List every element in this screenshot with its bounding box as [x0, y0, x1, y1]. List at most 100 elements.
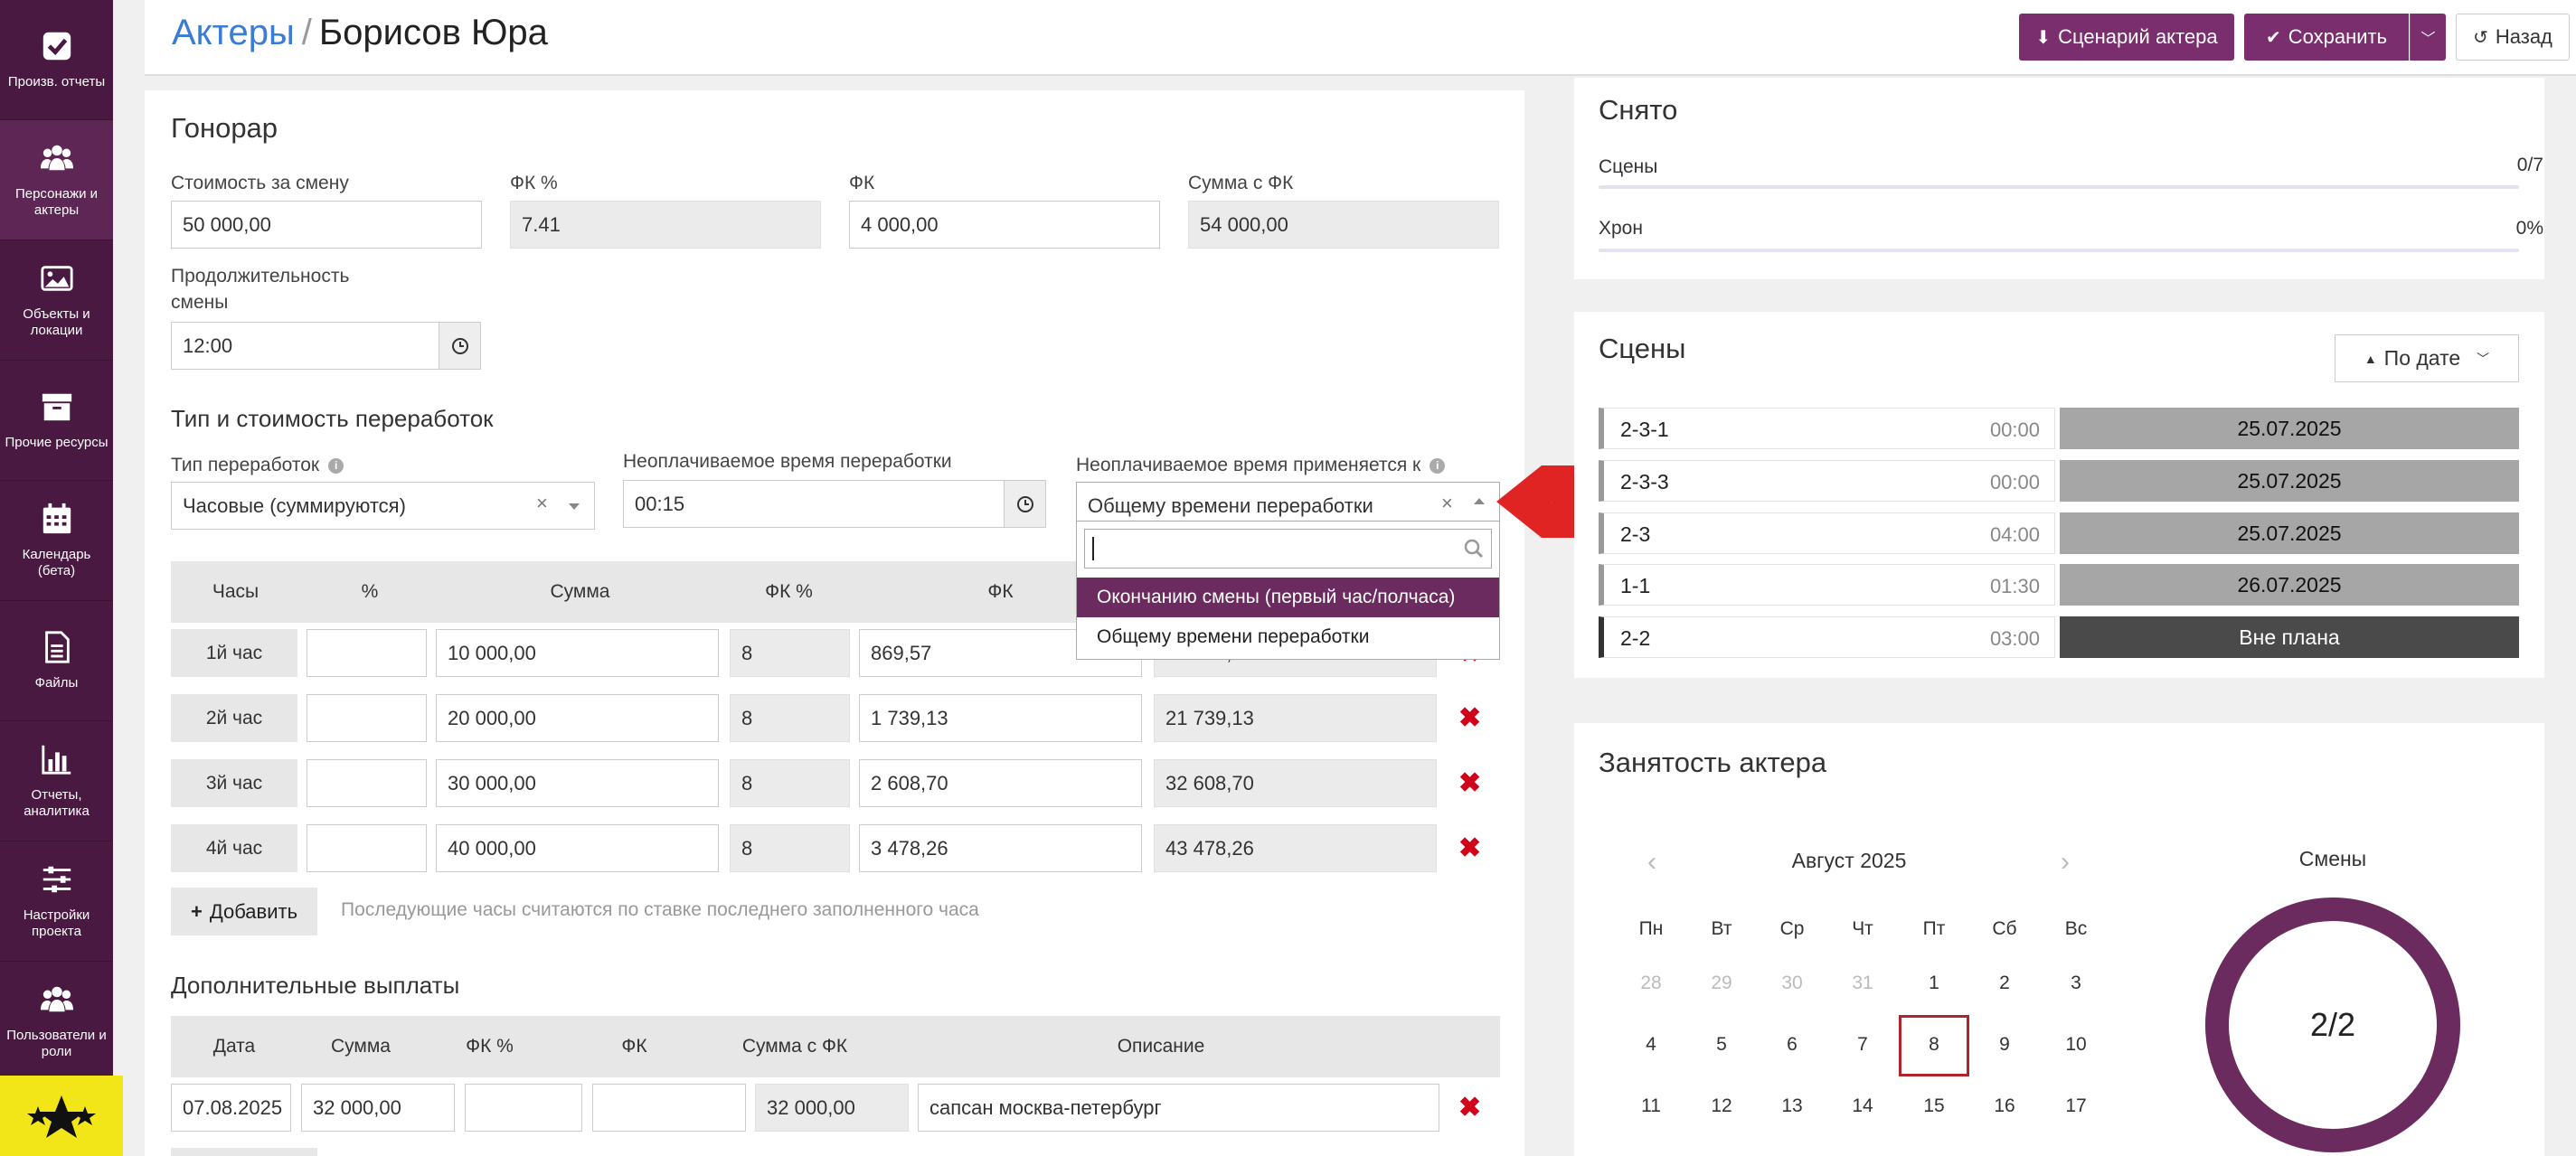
save-button[interactable]: ✔ Сохранить: [2244, 14, 2409, 61]
delete-icon[interactable]: ✖: [1458, 705, 1481, 732]
overtime-hint: Последующие часы считаются по ставке пос…: [341, 899, 979, 920]
add-hour-button[interactable]: + Добавить: [171, 888, 317, 935]
scenes-title: Сцены: [1599, 333, 1686, 364]
extra-date-input[interactable]: 07.08.2025: [171, 1084, 291, 1132]
caret-down-icon[interactable]: [569, 503, 580, 510]
duration-label-line1: Продолжительность: [171, 266, 350, 287]
calendar-day[interactable]: 17: [2049, 1095, 2103, 1117]
calendar-day[interactable]: 30: [1765, 973, 1819, 994]
extra-sum-input[interactable]: 32 000,00: [301, 1084, 455, 1132]
cost-input[interactable]: 50 000,00: [171, 201, 482, 249]
actor-script-button[interactable]: ⬇ Сценарий актера: [2019, 14, 2234, 61]
caret-up-icon[interactable]: [1474, 498, 1485, 504]
scene-row[interactable]: 2-3 04:00 25.07.2025: [1599, 512, 2519, 554]
add-extra-button[interactable]: [171, 1148, 317, 1156]
calendar-day[interactable]: 2: [1977, 973, 2032, 994]
dropdown-option[interactable]: Общему времени переработки: [1077, 617, 1499, 657]
scene-row[interactable]: 1-1 01:30 26.07.2025: [1599, 564, 2519, 606]
sidebar-item-calendar[interactable]: Календарь (бета): [0, 481, 113, 601]
calendar-day[interactable]: 7: [1835, 1034, 1890, 1056]
breadcrumb-actors[interactable]: Актеры: [172, 13, 295, 52]
info-icon[interactable]: i: [328, 457, 344, 474]
fk-input[interactable]: 1 739,13: [859, 694, 1142, 742]
delete-icon[interactable]: ✖: [1458, 770, 1481, 797]
stars-logo-icon[interactable]: [0, 1076, 123, 1156]
extra-fk-input[interactable]: [592, 1084, 746, 1132]
calendar-day[interactable]: 28: [1624, 973, 1678, 994]
sum-input[interactable]: 10 000,00: [436, 629, 719, 677]
fk-input[interactable]: 2 608,70: [859, 759, 1142, 807]
calendar-day[interactable]: 13: [1765, 1095, 1819, 1117]
calendar-day[interactable]: 29: [1694, 973, 1749, 994]
extra-fk-pct-input[interactable]: [465, 1084, 582, 1132]
scene-date: 26.07.2025: [2060, 564, 2519, 606]
unpaid-time-input[interactable]: 00:15: [623, 480, 1005, 528]
calendar-day[interactable]: 11: [1624, 1095, 1678, 1117]
calendar-day[interactable]: 10: [2049, 1034, 2103, 1056]
sidebar-item-label: Объекты и локации: [23, 306, 90, 338]
clear-icon[interactable]: ×: [1441, 492, 1453, 515]
back-button[interactable]: ↺ Назад: [2456, 14, 2570, 61]
weekday-header: Вс: [2064, 918, 2088, 939]
sort-select[interactable]: ▲ По дате ﹀: [2335, 334, 2519, 382]
duration-input[interactable]: 12:00: [171, 322, 439, 370]
dropdown-option[interactable]: Окончанию смены (первый час/полчаса): [1077, 578, 1499, 617]
filmed-chron-value: 0%: [2515, 218, 2543, 239]
prev-month-icon[interactable]: ‹: [1647, 847, 1656, 878]
calendar-day[interactable]: 16: [1977, 1095, 2032, 1117]
extra-description-input[interactable]: сапсан москва-петербург: [918, 1084, 1439, 1132]
pct-input[interactable]: [307, 759, 427, 807]
pct-input[interactable]: [307, 824, 427, 872]
sum-input[interactable]: 20 000,00: [436, 694, 719, 742]
sort-label: По дате: [2383, 346, 2461, 370]
page-header: Актеры / Борисов Юра ⬇ Сценарий актера ✔ Сох…: [145, 0, 2576, 76]
total-field: 21 739,13: [1154, 694, 1437, 742]
sidebar-item-files[interactable]: Файлы: [0, 601, 113, 721]
sum-input[interactable]: 40 000,00: [436, 824, 719, 872]
checkbox-icon: [42, 32, 71, 61]
calendar-day[interactable]: 9: [1977, 1034, 2032, 1056]
info-icon[interactable]: i: [1430, 457, 1446, 474]
overtime-type-select[interactable]: Часовые (суммируются): [171, 482, 595, 530]
sidebar-item-reports[interactable]: Произв. отчеты: [0, 0, 113, 120]
scene-time: 01:30: [1989, 575, 2040, 597]
delete-icon[interactable]: ✖: [1458, 835, 1481, 862]
scene-row[interactable]: 2-3-1 00:00 25.07.2025: [1599, 408, 2519, 449]
duration-clock-button[interactable]: [439, 322, 481, 370]
sidebar-item-actors[interactable]: Персонажи и актеры: [0, 120, 113, 240]
fk-input[interactable]: 3 478,26: [859, 824, 1142, 872]
shifts-value: 2/2: [2309, 1006, 2356, 1043]
calendar-day[interactable]: 5: [1694, 1034, 1749, 1056]
pct-input[interactable]: [307, 694, 427, 742]
calendar-day[interactable]: 8: [1907, 1034, 1961, 1056]
sidebar-item-users[interactable]: Пользователи и роли: [0, 962, 113, 1082]
sidebar-item-analytics[interactable]: Отчеты, аналитика: [0, 721, 113, 841]
clear-icon[interactable]: ×: [536, 492, 548, 515]
calendar-day[interactable]: 3: [2049, 973, 2103, 994]
column-header: Сумма: [550, 581, 610, 602]
sidebar-item-settings[interactable]: Настройки проекта: [0, 841, 113, 962]
calendar-day[interactable]: 4: [1624, 1034, 1678, 1056]
next-month-icon[interactable]: ›: [2061, 847, 2070, 878]
unpaid-time-clock-button[interactable]: [1004, 480, 1046, 528]
calendar-day[interactable]: 12: [1694, 1095, 1749, 1117]
calendar-day[interactable]: 15: [1907, 1095, 1961, 1117]
calendar-day[interactable]: 14: [1835, 1095, 1890, 1117]
scene-row[interactable]: 2-3-3 00:00 25.07.2025: [1599, 460, 2519, 502]
column-header: Дата: [212, 1036, 256, 1057]
scene-row[interactable]: 2-2 03:00 Вне плана: [1599, 616, 2519, 658]
sidebar-item-resources[interactable]: Прочие ресурсы: [0, 361, 113, 481]
sum-input[interactable]: 30 000,00: [436, 759, 719, 807]
calendar-day[interactable]: 1: [1907, 973, 1961, 994]
pct-input[interactable]: [307, 629, 427, 677]
applies-to-label: Неоплачиваемое время применяется к i: [1076, 452, 1446, 478]
fk-input[interactable]: 4 000,00: [849, 201, 1160, 249]
users-icon: [40, 986, 73, 1012]
calendar-day[interactable]: 31: [1835, 973, 1890, 994]
delete-icon[interactable]: ✖: [1458, 1095, 1481, 1122]
calendar-day[interactable]: 6: [1765, 1034, 1819, 1056]
sidebar-item-objects[interactable]: Объекты и локации: [0, 240, 113, 361]
scene-time: 00:00: [1989, 418, 2040, 441]
save-options-button[interactable]: ﹀: [2410, 14, 2446, 61]
dropdown-search-input[interactable]: [1084, 529, 1492, 569]
